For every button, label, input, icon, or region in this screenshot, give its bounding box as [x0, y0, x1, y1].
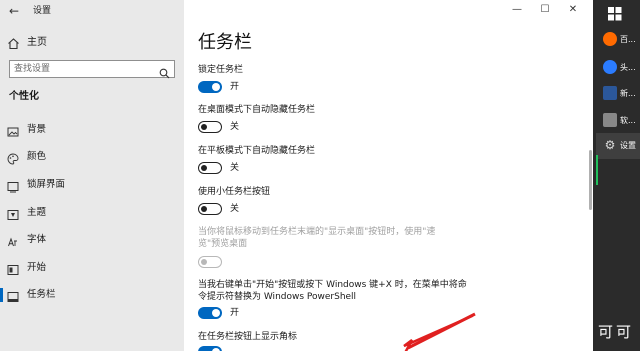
taskbar-item-toutiao[interactable]: 头... — [596, 55, 640, 81]
back-arrow-icon[interactable]: ← — [9, 4, 19, 18]
toggle-state: 开 — [230, 308, 240, 318]
setting-label-lock-taskbar: 锁定任务栏 — [198, 65, 244, 75]
nav-item-colors[interactable]: 颜色 — [0, 147, 184, 167]
nav-item-label: 颜色 — [27, 151, 47, 162]
taskbar-item-label: 百... — [620, 35, 636, 44]
home-icon — [7, 35, 20, 54]
settings-content-pane: — ☐ ✕ 任务栏 锁定任务栏 开 在桌面模式下自动隐藏任务栏 关 在平板模式下… — [184, 0, 593, 351]
windows-start-icon[interactable] — [608, 6, 622, 21]
nav-item-label: 开始 — [27, 262, 47, 273]
settings-nav-pane: ← 设置 主页 查找设置 个性化 背景 颜色 锁屏界面 主题 字体 开始 任务栏 — [0, 0, 184, 351]
badges-toggle[interactable] — [198, 346, 222, 351]
nav-item-taskbar[interactable]: 任务栏 — [0, 285, 184, 305]
title-row: ← 设置 — [0, 0, 184, 22]
scrollbar[interactable] — [589, 150, 592, 210]
software-icon — [603, 113, 617, 127]
section-title: 个性化 — [9, 91, 39, 102]
word-icon — [603, 86, 617, 100]
taskbar-item-label: 头... — [620, 63, 636, 72]
setting-label-powershell: 当我右键单击"开始"按钮或按下 Windows 键+X 时，在菜单中将命令提示符… — [198, 280, 467, 302]
toggle-state: 关 — [230, 204, 240, 214]
nav-item-label: 任务栏 — [27, 289, 56, 300]
powershell-toggle[interactable] — [198, 307, 222, 319]
firefox-icon — [603, 32, 617, 46]
image-icon — [7, 123, 19, 137]
setting-label-peek: 当你将鼠标移动到任务栏末端的"显示桌面"按钮时，使用"速览"预览桌面 — [198, 227, 436, 249]
taskbar: 百... 头... 新... 软... ⚙ 设置 可可 — [596, 0, 640, 351]
toggle-state: 关 — [230, 122, 240, 132]
setting-label-autohide-desktop: 在桌面模式下自动隐藏任务栏 — [198, 105, 316, 115]
lockscreen-icon — [7, 178, 19, 193]
taskbar-item-label: 新... — [620, 89, 636, 98]
nav-item-label: 字体 — [27, 234, 47, 245]
nav-item-lockscreen[interactable]: 锁屏界面 — [0, 175, 184, 195]
taskbar-item-software[interactable]: 软... — [596, 108, 640, 134]
window-controls: — ☐ ✕ — [507, 2, 587, 18]
nav-home-label: 主页 — [27, 37, 47, 48]
taskbar-item-label: 设置 — [620, 141, 636, 150]
taskbar-icon — [7, 288, 19, 302]
autohide-tablet-toggle[interactable] — [198, 162, 222, 174]
palette-icon — [7, 150, 19, 165]
lock-taskbar-toggle[interactable] — [198, 81, 222, 93]
taskbar-item-word[interactable]: 新... — [596, 81, 640, 107]
app-title: 设置 — [33, 6, 52, 16]
search-icon[interactable] — [159, 64, 170, 83]
peek-toggle — [198, 256, 222, 268]
nav-item-background[interactable]: 背景 — [0, 120, 184, 140]
page-title: 任务栏 — [198, 32, 252, 53]
toggle-state: 关 — [230, 163, 240, 173]
taskbar-item-browser[interactable]: 百... — [596, 27, 640, 53]
setting-label-autohide-tablet: 在平板模式下自动隐藏任务栏 — [198, 146, 316, 156]
start-icon — [7, 261, 19, 275]
nav-item-fonts[interactable]: 字体 — [0, 230, 184, 250]
gear-icon: ⚙ — [604, 138, 616, 152]
search-placeholder: 查找设置 — [14, 64, 51, 74]
taskbar-item-settings[interactable]: ⚙ 设置 — [596, 133, 640, 159]
toggle-state: 开 — [230, 82, 240, 92]
scroll-indicator — [596, 155, 598, 185]
active-indicator — [0, 288, 3, 302]
search-input[interactable]: 查找设置 — [9, 60, 175, 79]
nav-item-label: 主题 — [27, 207, 47, 218]
setting-label-small-buttons: 使用小任务栏按钮 — [198, 187, 271, 197]
autohide-desktop-toggle[interactable] — [198, 121, 222, 133]
watermark: 可可 — [598, 323, 635, 341]
font-icon — [7, 233, 19, 247]
nav-home[interactable]: 主页 — [0, 34, 184, 52]
nav-item-start[interactable]: 开始 — [0, 258, 184, 278]
nav-item-themes[interactable]: 主题 — [0, 203, 184, 223]
nav-item-label: 锁屏界面 — [27, 179, 66, 190]
setting-label-badges: 在任务栏按钮上显示角标 — [198, 332, 298, 342]
theme-icon — [7, 206, 19, 220]
search-app-icon — [603, 60, 617, 74]
close-button[interactable]: ✕ — [563, 2, 583, 18]
minimize-button[interactable]: — — [507, 2, 527, 18]
taskbar-item-label: 软... — [620, 116, 636, 125]
small-buttons-toggle[interactable] — [198, 203, 222, 215]
nav-item-label: 背景 — [27, 124, 47, 135]
maximize-button[interactable]: ☐ — [535, 2, 555, 18]
